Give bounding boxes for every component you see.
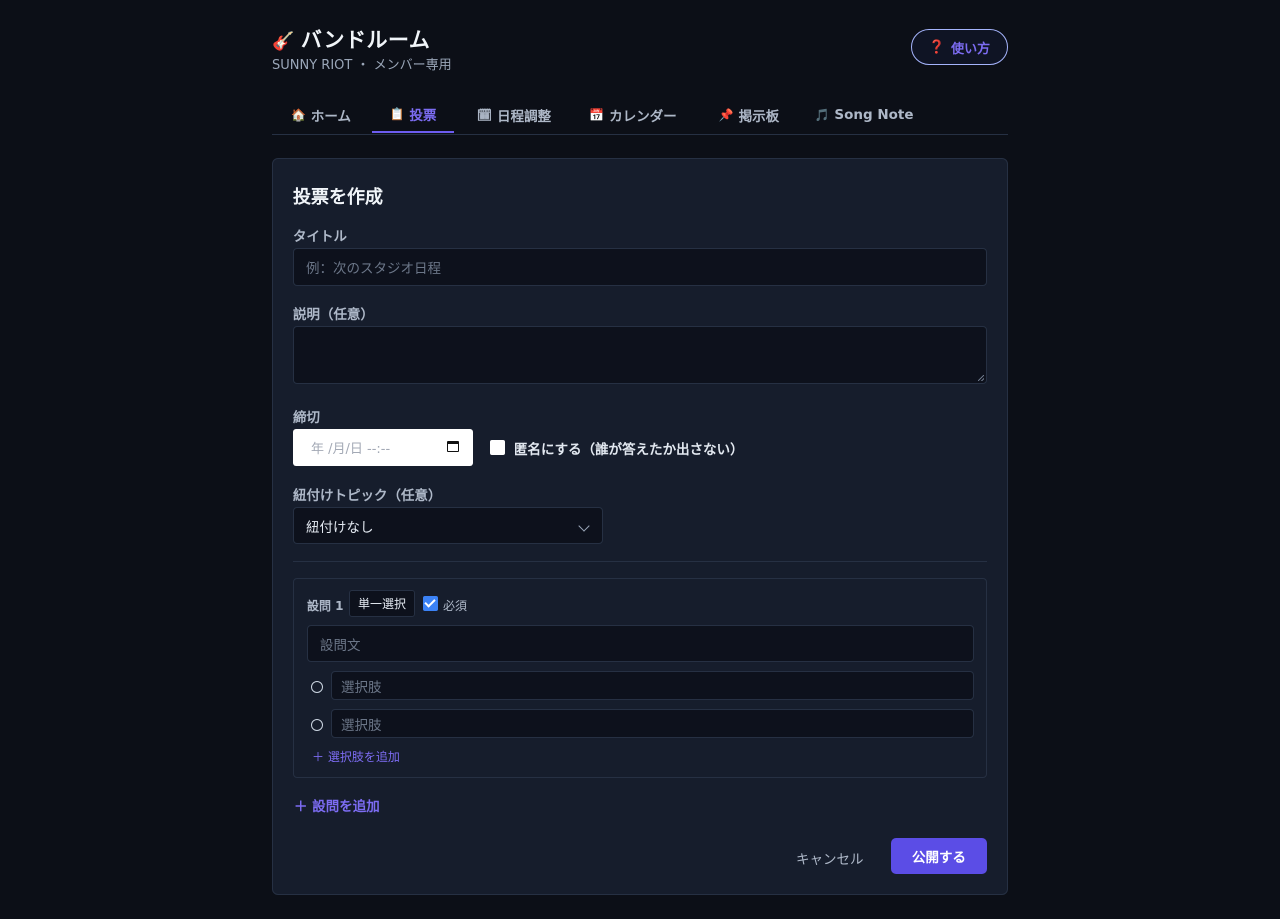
topic-select[interactable]: 紐付けなし xyxy=(293,507,603,544)
form-heading: 投票を作成 xyxy=(293,187,383,208)
title-input-placeholder: 例：次のスタジオ日程 xyxy=(306,261,441,277)
chevron-down-icon xyxy=(578,520,590,532)
option-input[interactable]: 選択肢 xyxy=(331,709,974,738)
radio-icon xyxy=(311,719,323,731)
deadline-placeholder: 年 /月/日 --:-- xyxy=(311,442,391,457)
question-text-input[interactable]: 設問文 xyxy=(307,625,974,662)
tab-home-label: ホーム xyxy=(310,108,352,125)
app-subtitle: SUNNY RIOT ・ メンバー専用 xyxy=(272,58,452,73)
anonymous-checkbox[interactable] xyxy=(490,440,505,455)
house-icon: 🏠 xyxy=(290,107,306,122)
publish-button[interactable]: 公開する xyxy=(891,838,987,874)
description-label: 説明（任意） xyxy=(293,307,374,323)
deadline-datetime-input[interactable]: 年 /月/日 --:-- xyxy=(293,429,473,466)
tab-schedule[interactable]: 🗓 日程調整 xyxy=(466,96,562,133)
tab-schedule-label: 日程調整 xyxy=(497,108,552,125)
question-card: 設問 1 単一選択 必須 設問文 選択肢 選択肢 ＋ 選択肢を追加 xyxy=(293,578,987,778)
required-label[interactable]: 必須 xyxy=(443,597,467,614)
topic-label: 紐付けトピック（任意） xyxy=(293,488,442,504)
spiral-calendar-icon: 🗓 xyxy=(476,107,493,122)
help-button[interactable]: ❓ 使い方 xyxy=(911,29,1008,65)
add-question-button[interactable]: ＋ 設問を追加 xyxy=(294,795,380,815)
title-input[interactable]: 例：次のスタジオ日程 xyxy=(293,248,987,286)
tab-song-note[interactable]: 🎵 Song Note xyxy=(812,96,916,133)
deadline-label: 締切 xyxy=(293,410,320,426)
tab-song-note-label: Song Note xyxy=(834,106,914,123)
cancel-button[interactable]: キャンセル xyxy=(796,848,864,868)
question-icon: ❓ xyxy=(928,39,946,55)
app-title: 🎸 バンドルーム xyxy=(272,24,430,54)
tab-poll[interactable]: 📋 投票 xyxy=(372,96,454,133)
question-number: 設問 1 xyxy=(307,599,344,613)
help-button-label: 使い方 xyxy=(951,41,991,57)
question-type-select[interactable]: 単一選択 xyxy=(349,590,416,617)
option-placeholder: 選択肢 xyxy=(341,679,382,696)
anonymous-label[interactable]: 匿名にする（誰が答えたか出さない） xyxy=(514,438,744,458)
radio-icon xyxy=(311,681,323,693)
app-container: 🎸 バンドルーム SUNNY RIOT ・ メンバー専用 ❓ 使い方 🏠 ホーム 📋 投… xyxy=(272,0,1008,895)
pushpin-icon: 📌 xyxy=(718,107,734,122)
divider xyxy=(293,561,987,562)
tab-home[interactable]: 🏠 ホーム xyxy=(280,96,362,133)
header: 🎸 バンドルーム SUNNY RIOT ・ メンバー専用 ❓ 使い方 xyxy=(272,0,1008,96)
publish-button-label: 公開する xyxy=(912,850,966,866)
tab-calendar[interactable]: 📅 カレンダー xyxy=(580,96,686,133)
music-note-icon: 🎵 xyxy=(814,107,830,122)
guitar-icon: 🎸 xyxy=(272,31,295,52)
title-label: タイトル xyxy=(293,229,347,245)
calendar-picker-icon[interactable] xyxy=(447,441,459,452)
add-option-button[interactable]: ＋ 選択肢を追加 xyxy=(312,748,400,765)
question-type-value: 単一選択 xyxy=(358,597,407,611)
tab-board[interactable]: 📌 掲示板 xyxy=(708,96,790,133)
topic-select-value: 紐付けなし xyxy=(306,519,374,536)
question-text-placeholder: 設問文 xyxy=(320,637,361,654)
description-textarea[interactable] xyxy=(293,326,987,384)
option-placeholder: 選択肢 xyxy=(341,717,382,734)
poll-create-card: 投票を作成 タイトル 例：次のスタジオ日程 説明（任意） 締切 年 /月/日 -… xyxy=(272,158,1008,895)
option-input[interactable]: 選択肢 xyxy=(331,671,974,700)
tab-calendar-label: カレンダー xyxy=(609,108,677,125)
clipboard-icon: 📋 xyxy=(389,106,405,121)
tab-board-label: 掲示板 xyxy=(738,108,780,125)
resize-handle-icon[interactable] xyxy=(978,375,984,381)
tab-poll-label: 投票 xyxy=(409,107,437,124)
tab-bar: 🏠 ホーム 📋 投票 🗓 日程調整 📅 カレンダー 📌 掲示板 🎵 Song Note xyxy=(272,96,1008,135)
calendar-icon: 📅 xyxy=(589,107,605,122)
app-title-text: バンドルーム xyxy=(300,28,431,52)
required-checkbox[interactable] xyxy=(423,596,438,611)
